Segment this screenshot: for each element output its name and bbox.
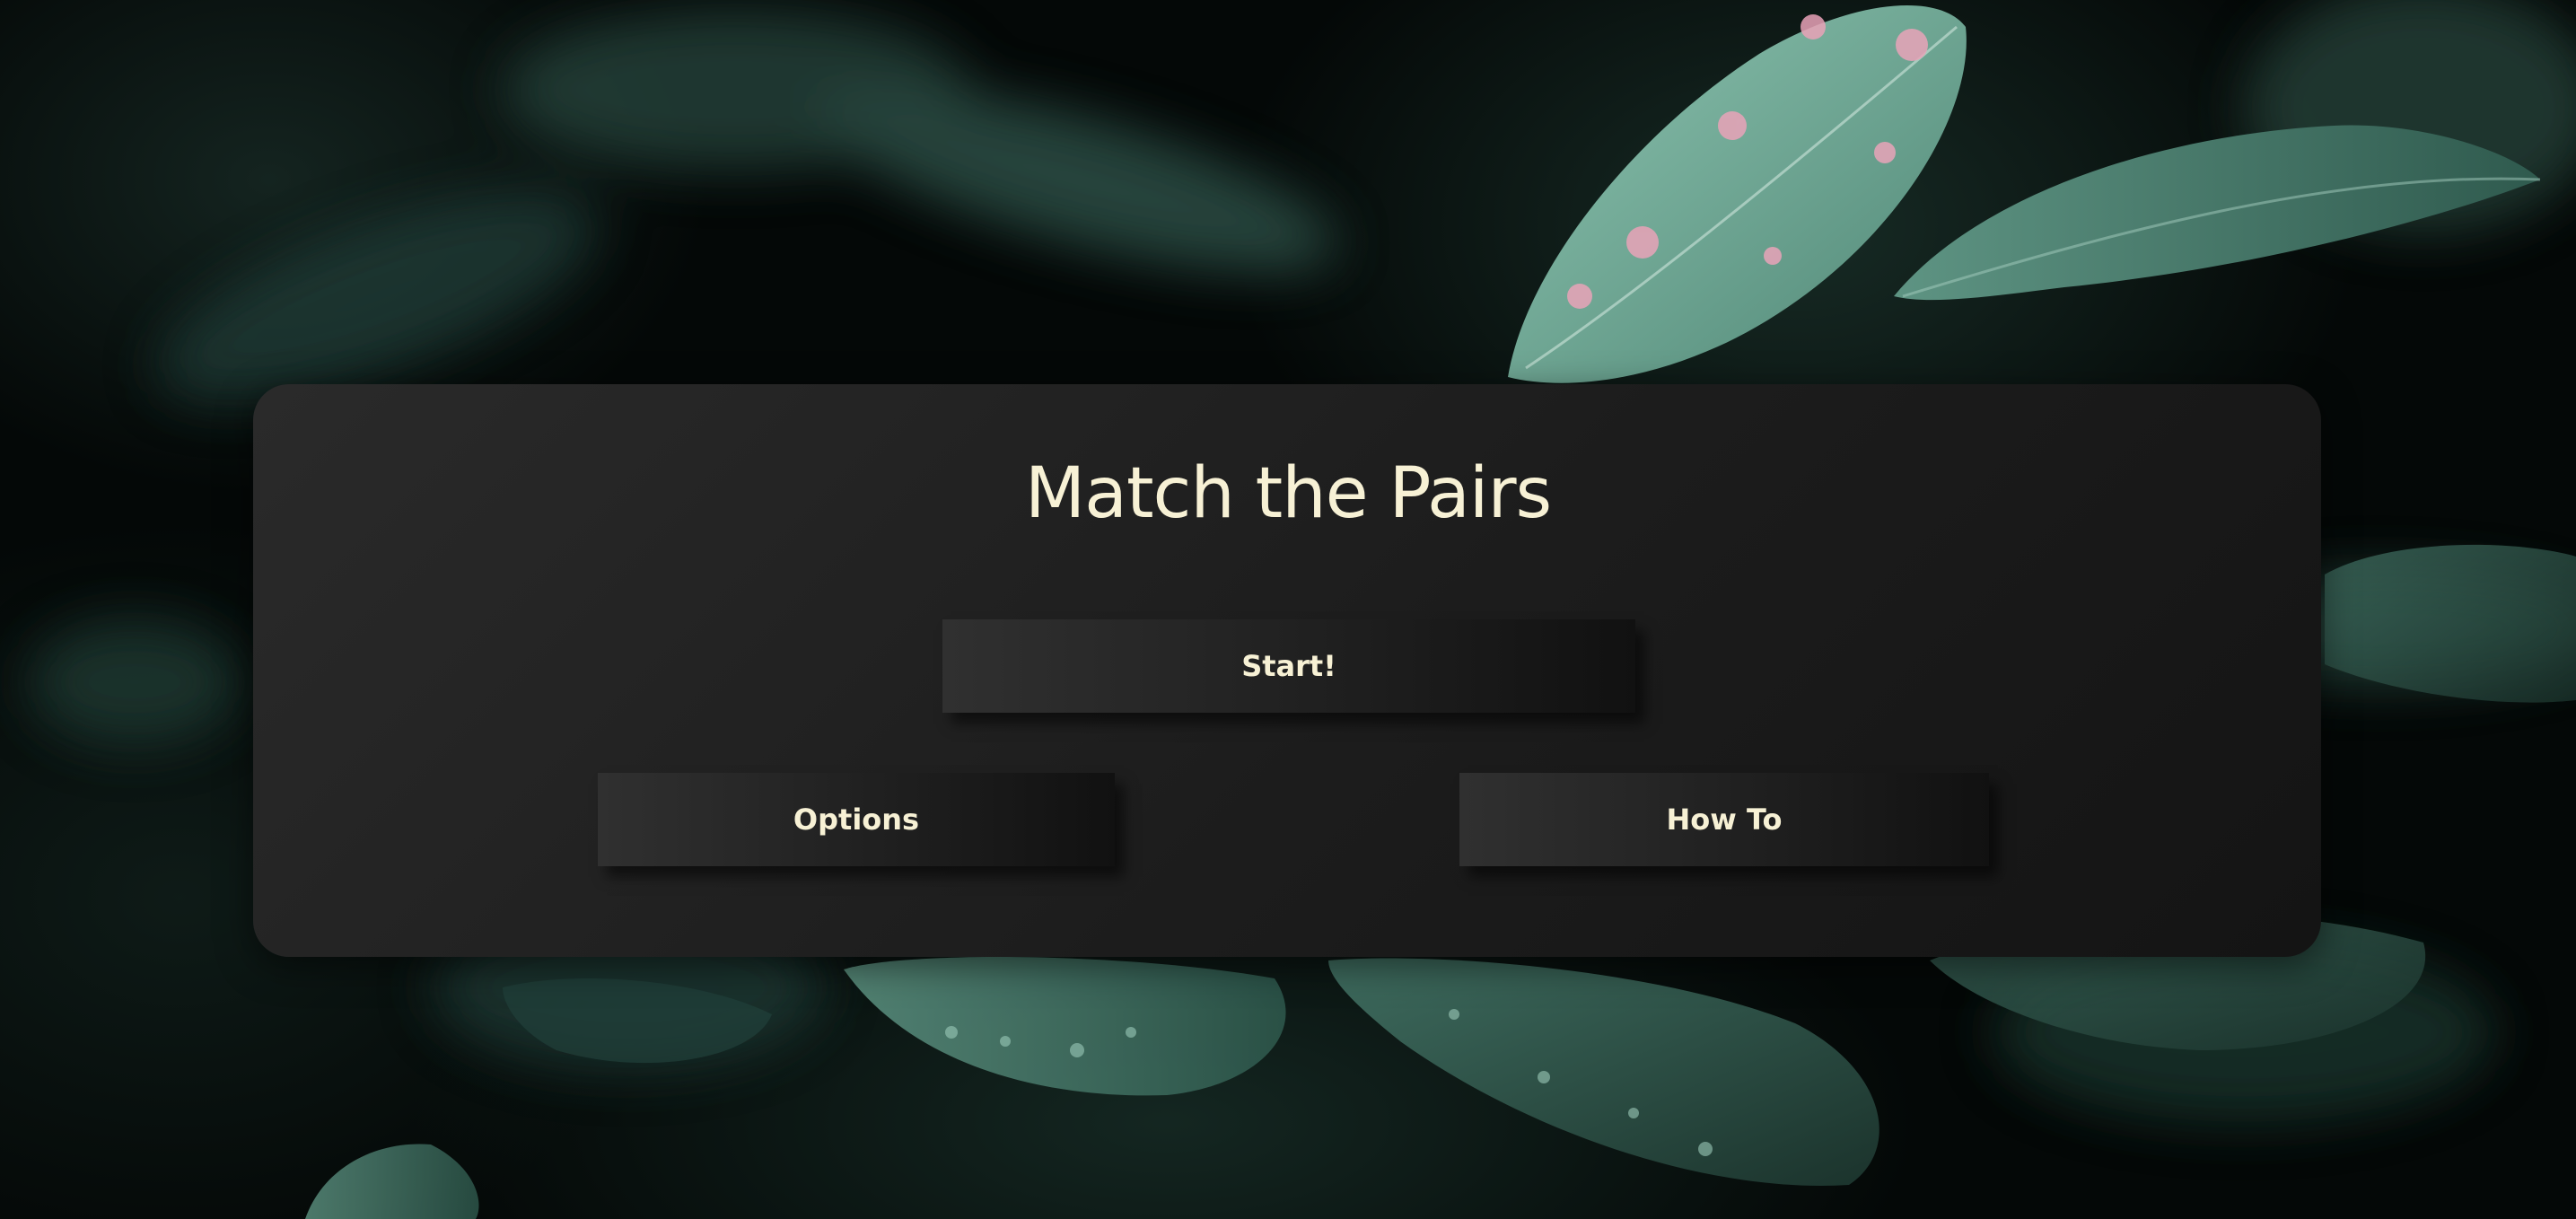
options-button[interactable]: Options <box>598 773 1115 866</box>
game-title: Match the Pairs <box>1024 453 1552 534</box>
start-button[interactable]: Start! <box>942 619 1635 713</box>
how-to-button[interactable]: How To <box>1459 773 1989 866</box>
